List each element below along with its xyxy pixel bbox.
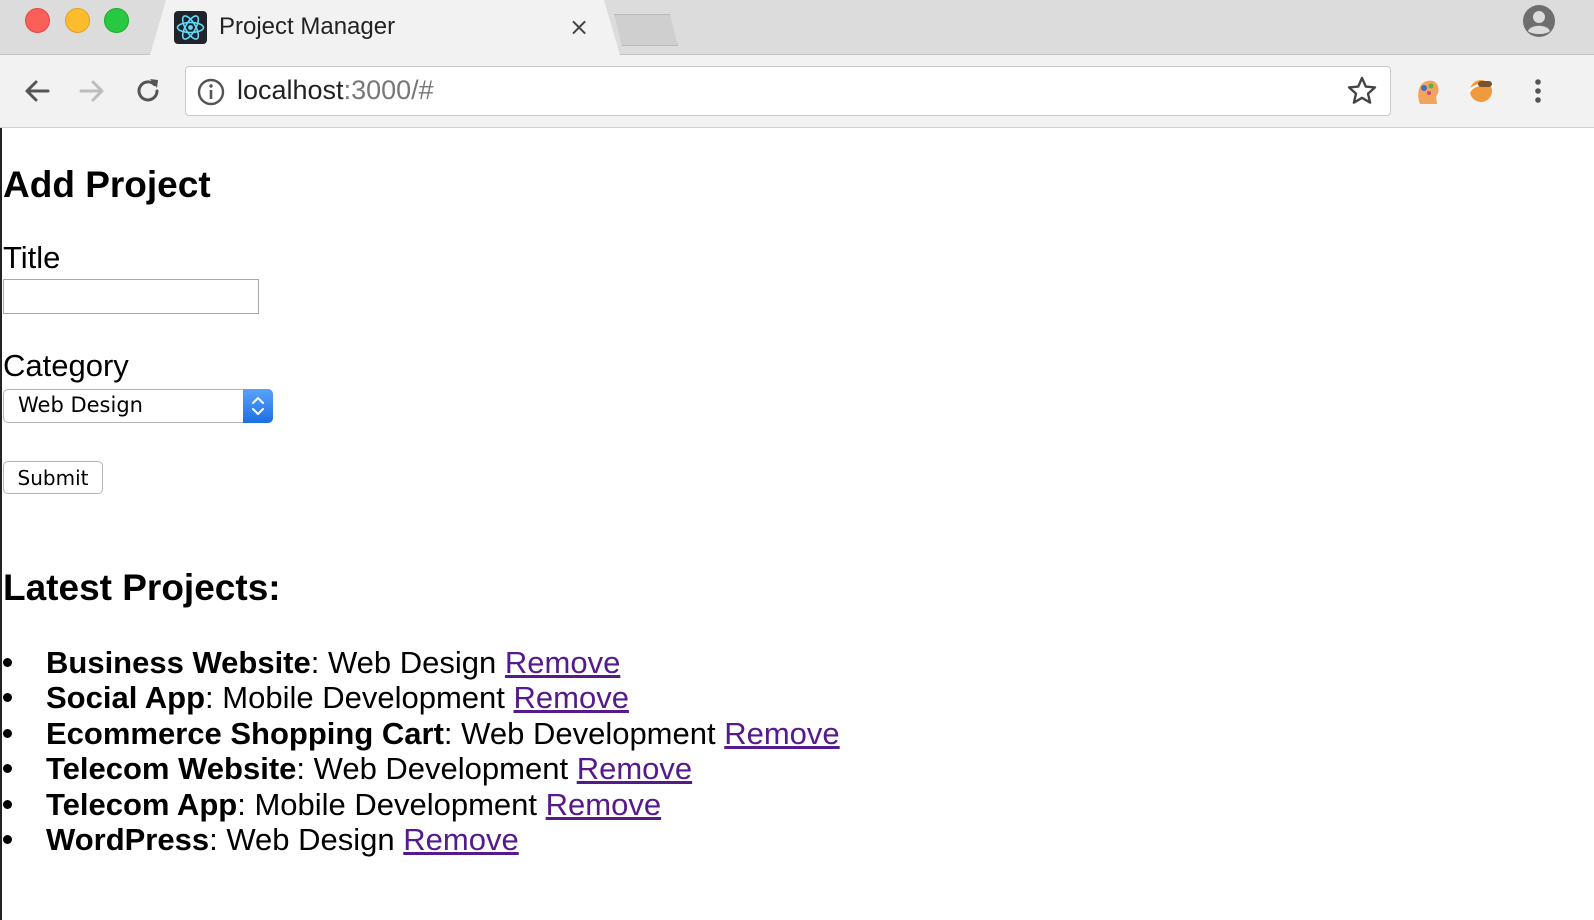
separator: : xyxy=(209,821,227,857)
remove-link[interactable]: Remove xyxy=(514,680,629,715)
reload-icon[interactable] xyxy=(131,74,165,108)
bullet-icon xyxy=(3,658,12,667)
latest-projects-heading: Latest Projects: xyxy=(3,567,281,608)
project-title: Telecom App xyxy=(46,786,238,822)
remove-link[interactable]: Remove xyxy=(724,716,839,751)
separator: : xyxy=(443,715,462,751)
new-tab-button[interactable] xyxy=(614,14,678,46)
close-window-button[interactable] xyxy=(25,8,50,33)
project-list: Business Website: Web Design Remove Soci… xyxy=(0,645,840,857)
bullet-icon xyxy=(3,764,12,774)
project-title: WordPress xyxy=(46,821,210,857)
project-category: Mobile Development xyxy=(222,680,505,716)
url-text[interactable]: localhost:3000/# xyxy=(237,75,434,106)
project-category: Web Design xyxy=(327,645,497,680)
profile-icon[interactable] xyxy=(1522,4,1556,38)
bullet-icon xyxy=(3,693,12,703)
separator: : xyxy=(205,680,223,716)
minimize-window-button[interactable] xyxy=(65,8,90,33)
project-category: Web Development xyxy=(313,751,569,787)
list-item: Telecom App: Mobile Development Remove xyxy=(0,787,840,822)
project-title: Ecommerce Shopping Cart xyxy=(46,715,444,751)
info-icon[interactable] xyxy=(197,78,225,106)
project-category: Mobile Development xyxy=(254,786,538,822)
category-selected-value: Web Design xyxy=(18,393,143,417)
remove-link[interactable]: Remove xyxy=(403,822,518,857)
menu-icon[interactable] xyxy=(1526,74,1550,108)
zoom-window-button[interactable] xyxy=(104,8,129,33)
react-logo-icon xyxy=(174,11,207,44)
separator: : xyxy=(237,786,255,822)
list-item: Social App: Mobile Development Remove xyxy=(0,680,840,715)
category-label: Category xyxy=(3,348,129,383)
select-arrows-icon[interactable] xyxy=(243,389,273,423)
title-label: Title xyxy=(3,240,61,275)
extension-icon[interactable] xyxy=(1410,74,1446,110)
title-input[interactable] xyxy=(3,279,259,314)
list-item: Business Website: Web Design Remove xyxy=(0,645,840,680)
tab-title: Project Manager xyxy=(219,13,396,40)
list-item: WordPress: Web Design Remove xyxy=(0,822,840,857)
extension-icon-2[interactable] xyxy=(1463,72,1499,108)
url-host: localhost xyxy=(237,75,344,105)
separator: : xyxy=(310,645,328,680)
url-path: :3000/# xyxy=(343,75,434,105)
star-icon[interactable] xyxy=(1345,74,1379,108)
submit-button[interactable]: Submit xyxy=(3,461,103,494)
bullet-icon xyxy=(3,728,12,738)
bullet-icon xyxy=(3,799,12,809)
bullet-icon xyxy=(3,834,12,844)
separator: : xyxy=(296,751,314,787)
forward-arrow-icon[interactable] xyxy=(75,74,109,108)
remove-link[interactable]: Remove xyxy=(546,787,661,822)
project-category: Web Design xyxy=(226,821,395,857)
project-title: Social App xyxy=(46,680,206,716)
list-item: Telecom Website: Web Development Remove xyxy=(0,751,840,786)
list-item: Ecommerce Shopping Cart: Web Development… xyxy=(0,716,840,751)
project-title: Business Website xyxy=(46,645,311,680)
project-title: Telecom Website xyxy=(46,751,297,787)
add-project-heading: Add Project xyxy=(3,164,211,205)
remove-link[interactable]: Remove xyxy=(577,751,692,786)
project-category: Web Development xyxy=(461,715,716,751)
back-arrow-icon[interactable] xyxy=(20,74,54,108)
remove-link[interactable]: Remove xyxy=(505,645,620,680)
close-icon[interactable]: × xyxy=(566,12,592,42)
